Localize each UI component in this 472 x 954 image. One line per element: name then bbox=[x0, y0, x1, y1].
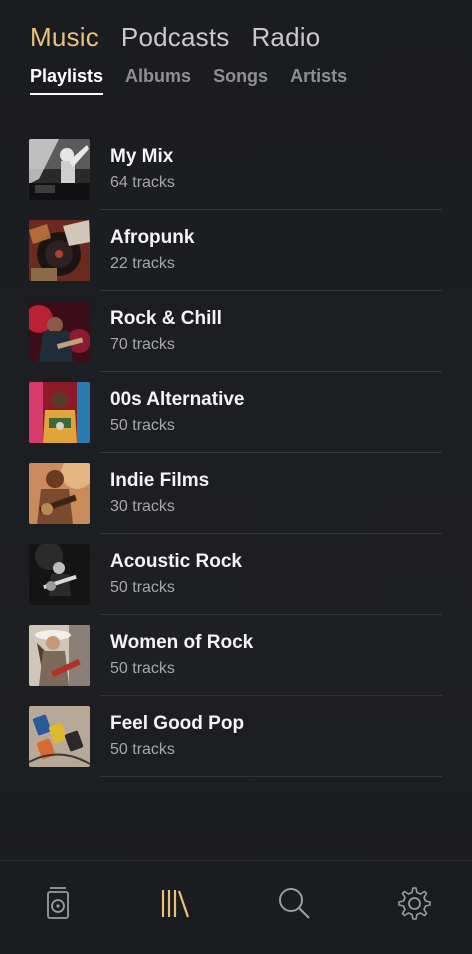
tab-artists[interactable]: Artists bbox=[290, 66, 347, 95]
settings-gear-icon bbox=[398, 887, 431, 920]
library-sub-tabs: Playlists Albums Songs Artists bbox=[30, 66, 347, 95]
speaker-icon bbox=[47, 887, 69, 919]
tab-songs[interactable]: Songs bbox=[213, 66, 268, 95]
playlist-track-count: 50 tracks bbox=[110, 579, 175, 596]
playlist-artwork bbox=[29, 220, 90, 281]
playlist-title: Feel Good Pop bbox=[110, 713, 245, 734]
row-divider bbox=[100, 695, 442, 696]
playlist-list: My Mix 64 tracks Afropunk 22 tracks Rock… bbox=[28, 138, 442, 786]
tab-playlists[interactable]: Playlists bbox=[30, 66, 104, 95]
playlist-artwork bbox=[29, 706, 90, 767]
playlist-title: Afropunk bbox=[110, 227, 195, 248]
playlist-artwork bbox=[29, 301, 90, 362]
playlist-title: Women of Rock bbox=[110, 632, 254, 653]
playlist-artwork bbox=[29, 544, 90, 605]
tab-podcasts[interactable]: Podcasts bbox=[121, 22, 230, 53]
playlist-row-my-mix[interactable]: My Mix 64 tracks bbox=[28, 138, 442, 219]
playlist-track-count: 70 tracks bbox=[110, 336, 175, 353]
playlist-artwork bbox=[29, 463, 90, 524]
search-icon bbox=[279, 888, 310, 919]
playlist-title: Rock & Chill bbox=[110, 308, 222, 329]
nav-search[interactable] bbox=[276, 885, 312, 921]
playlist-track-count: 22 tracks bbox=[110, 255, 175, 272]
playlist-track-count: 50 tracks bbox=[110, 660, 175, 677]
row-divider bbox=[100, 452, 442, 453]
row-divider bbox=[100, 614, 442, 615]
category-tabs: Music Podcasts Radio bbox=[30, 22, 320, 53]
playlist-artwork bbox=[29, 139, 90, 200]
row-divider bbox=[100, 290, 442, 291]
playlist-track-count: 50 tracks bbox=[110, 741, 175, 758]
playlist-artwork bbox=[29, 382, 90, 443]
playlist-row-acoustic-rock[interactable]: Acoustic Rock 50 tracks bbox=[28, 543, 442, 624]
playlist-track-count: 64 tracks bbox=[110, 174, 175, 191]
library-icon bbox=[161, 890, 190, 918]
playlist-track-count: 50 tracks bbox=[110, 417, 175, 434]
playlist-title: My Mix bbox=[110, 146, 174, 167]
bottom-navigation bbox=[0, 860, 472, 954]
playlist-row-women-of-rock[interactable]: Women of Rock 50 tracks bbox=[28, 624, 442, 705]
tab-albums[interactable]: Albums bbox=[125, 66, 191, 95]
tab-radio[interactable]: Radio bbox=[251, 22, 320, 53]
row-divider bbox=[100, 209, 442, 210]
nav-settings[interactable] bbox=[395, 885, 431, 921]
nav-library[interactable] bbox=[157, 885, 193, 921]
nav-rooms[interactable] bbox=[40, 885, 76, 921]
playlist-row-rock-and-chill[interactable]: Rock & Chill 70 tracks bbox=[28, 300, 442, 381]
playlist-track-count: 30 tracks bbox=[110, 498, 175, 515]
music-app: Music Podcasts Radio Playlists Albums So… bbox=[0, 0, 472, 954]
row-divider bbox=[100, 371, 442, 372]
playlist-row-indie-films[interactable]: Indie Films 30 tracks bbox=[28, 462, 442, 543]
playlist-row-00s-alternative[interactable]: 00s Alternative 50 tracks bbox=[28, 381, 442, 462]
playlist-row-afropunk[interactable]: Afropunk 22 tracks bbox=[28, 219, 442, 300]
playlist-title: 00s Alternative bbox=[110, 389, 245, 410]
playlist-row-feel-good-pop[interactable]: Feel Good Pop 50 tracks bbox=[28, 705, 442, 786]
row-divider bbox=[100, 776, 442, 777]
playlist-artwork bbox=[29, 625, 90, 686]
tab-music[interactable]: Music bbox=[30, 22, 99, 53]
playlist-title: Indie Films bbox=[110, 470, 210, 491]
playlist-title: Acoustic Rock bbox=[110, 551, 242, 572]
row-divider bbox=[100, 533, 442, 534]
